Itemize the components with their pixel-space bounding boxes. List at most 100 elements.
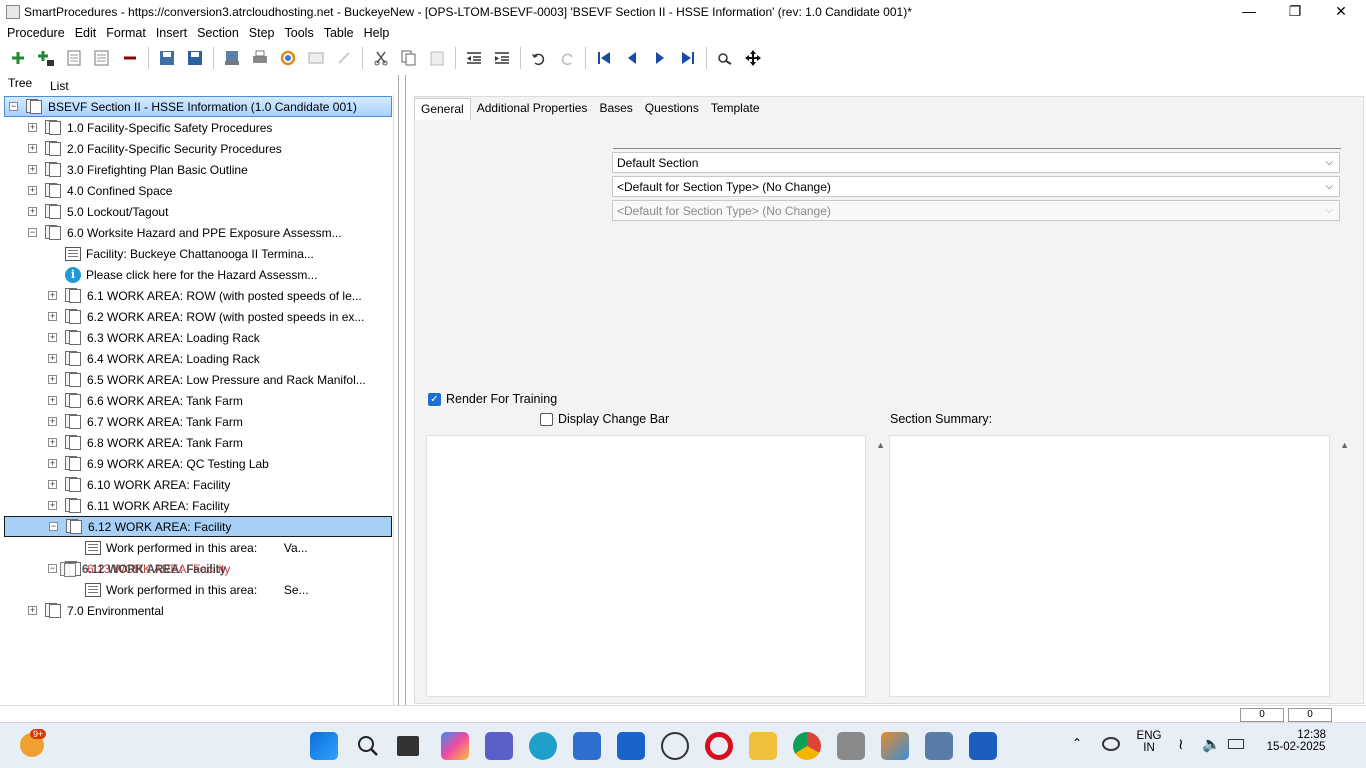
expand-icon[interactable]: + [48, 480, 57, 489]
tree-node[interactable]: − BSEVF Section II - HSSE Information (1.… [4, 96, 392, 117]
disabled-icon[interactable] [333, 47, 355, 69]
close-button[interactable]: ✕ [1318, 0, 1364, 23]
opera-icon[interactable] [705, 732, 733, 760]
section-icon[interactable] [63, 47, 85, 69]
refresh-icon[interactable] [277, 47, 299, 69]
tab-list[interactable]: List [50, 79, 69, 93]
tree-node[interactable]: +6.8 WORK AREA: Tank Farm [48, 432, 243, 453]
smartprocedures-icon[interactable] [881, 732, 909, 760]
mail-icon[interactable] [617, 732, 645, 760]
tree-node[interactable]: i Please click here for the Hazard Assess… [48, 264, 317, 285]
menu-tools[interactable]: Tools [280, 26, 319, 40]
pdf-icon[interactable] [305, 47, 327, 69]
tree-node[interactable]: +6.6 WORK AREA: Tank Farm [48, 390, 243, 411]
tree-node[interactable]: − 6.12 WORK AREA: Facility [4, 516, 392, 537]
tree-node[interactable]: +6.9 WORK AREA: QC Testing Lab [48, 453, 269, 474]
menu-procedure[interactable]: Procedure [2, 26, 70, 40]
tree-node[interactable]: +6.10 WORK AREA: Facility [48, 474, 230, 495]
language-indicator[interactable]: ENG IN [1136, 730, 1162, 754]
save-icon[interactable] [184, 47, 206, 69]
expand-icon[interactable]: + [28, 186, 37, 195]
expand-icon[interactable]: + [48, 312, 57, 321]
tree-node[interactable]: +3.0 Firefighting Plan Basic Outline [28, 159, 248, 180]
collapse-icon[interactable]: − [48, 564, 57, 573]
tree-node[interactable]: Facility: Buckeye Chattanooga II Termina… [48, 243, 314, 264]
expand-icon[interactable]: + [28, 144, 37, 153]
menu-edit[interactable]: Edit [70, 26, 102, 40]
tree-node[interactable]: +7.0 Environmental [28, 600, 164, 621]
title-field[interactable] [613, 131, 1341, 149]
scroll-up-icon[interactable]: ▲ [876, 440, 885, 450]
expand-icon[interactable]: + [48, 501, 57, 510]
publish-icon[interactable] [221, 47, 243, 69]
clock[interactable]: 12:38 15-02-2025 [1256, 729, 1336, 753]
print-icon[interactable] [249, 47, 271, 69]
collapse-icon[interactable]: − [9, 102, 18, 111]
add-icon[interactable] [7, 47, 29, 69]
scroll-up-icon[interactable]: ▲ [1340, 440, 1349, 450]
minimize-button[interactable]: — [1226, 0, 1272, 23]
undo-icon[interactable] [528, 47, 550, 69]
teams-icon[interactable] [485, 732, 513, 760]
restore-button[interactable]: ❐ [1272, 0, 1318, 23]
expand-icon[interactable]: + [28, 165, 37, 174]
tab-template[interactable]: Template [705, 98, 766, 120]
explorer-icon[interactable] [749, 732, 777, 760]
move-icon[interactable] [742, 47, 764, 69]
menu-section[interactable]: Section [192, 26, 244, 40]
section2-icon[interactable] [91, 47, 113, 69]
expand-icon[interactable]: + [48, 417, 57, 426]
add-child-icon[interactable] [35, 47, 57, 69]
panel-splitter[interactable] [398, 75, 406, 705]
menu-table[interactable]: Table [319, 26, 359, 40]
expand-icon[interactable]: + [48, 333, 57, 342]
change-bar-textarea[interactable]: ▲ [426, 435, 885, 697]
remove-icon[interactable] [119, 47, 141, 69]
tree-node[interactable]: +6.11 WORK AREA: Facility [48, 495, 229, 516]
start-icon[interactable] [310, 732, 338, 760]
chevron-up-icon[interactable]: ⌃ [1072, 736, 1082, 750]
app2-icon[interactable] [925, 732, 953, 760]
redo-icon[interactable] [556, 47, 578, 69]
menu-insert[interactable]: Insert [151, 26, 192, 40]
tree-node[interactable]: +4.0 Confined Space [28, 180, 172, 201]
taskview-icon[interactable] [397, 736, 419, 756]
section-summary-textarea[interactable]: ▲ [889, 435, 1349, 697]
tree-node[interactable]: +6.2 WORK AREA: ROW (with posted speeds … [48, 306, 364, 327]
copilot-icon[interactable] [441, 732, 469, 760]
tree-node[interactable]: +6.4 WORK AREA: Loading Rack [48, 348, 260, 369]
copy-icon[interactable] [398, 47, 420, 69]
expand-icon[interactable]: + [28, 123, 37, 132]
default-section-type-select[interactable]: <Default for Section Type> (No Change) ⌵ [612, 176, 1340, 197]
display-change-bar-checkbox[interactable]: Display Change Bar [540, 412, 669, 426]
chrome-icon[interactable] [793, 732, 821, 760]
indent-icon[interactable] [491, 47, 513, 69]
battery-icon[interactable] [1228, 739, 1244, 749]
menu-format[interactable]: Format [101, 26, 151, 40]
collapse-icon[interactable]: − [28, 228, 37, 237]
tree-node[interactable]: +6.7 WORK AREA: Tank Farm [48, 411, 243, 432]
menu-help[interactable]: Help [359, 26, 395, 40]
search-icon[interactable] [354, 732, 382, 760]
expand-icon[interactable]: + [48, 396, 57, 405]
volume-icon[interactable]: 🔈 [1202, 735, 1221, 753]
last-icon[interactable] [677, 47, 699, 69]
search-icon[interactable] [714, 47, 736, 69]
app1-icon[interactable] [837, 732, 865, 760]
first-icon[interactable] [593, 47, 615, 69]
tree-node[interactable]: +1.0 Facility-Specific Safety Procedures [28, 117, 272, 138]
render-for-training-checkbox[interactable]: ✓ Render For Training [428, 392, 557, 406]
expand-icon[interactable]: + [48, 375, 57, 384]
collapse-icon[interactable]: − [49, 522, 58, 531]
tree-node[interactable]: Work performed in this area: Se... [68, 579, 309, 600]
word-icon[interactable] [969, 732, 997, 760]
expand-icon[interactable]: + [48, 354, 57, 363]
edge-icon[interactable] [529, 732, 557, 760]
expand-icon[interactable]: + [48, 291, 57, 300]
cut-icon[interactable] [370, 47, 392, 69]
expand-icon[interactable]: + [48, 459, 57, 468]
section-type-select[interactable]: Default Section ⌵ [612, 152, 1340, 173]
tab-additional-properties[interactable]: Additional Properties [471, 98, 594, 120]
expand-icon[interactable]: + [48, 438, 57, 447]
next-icon[interactable] [649, 47, 671, 69]
